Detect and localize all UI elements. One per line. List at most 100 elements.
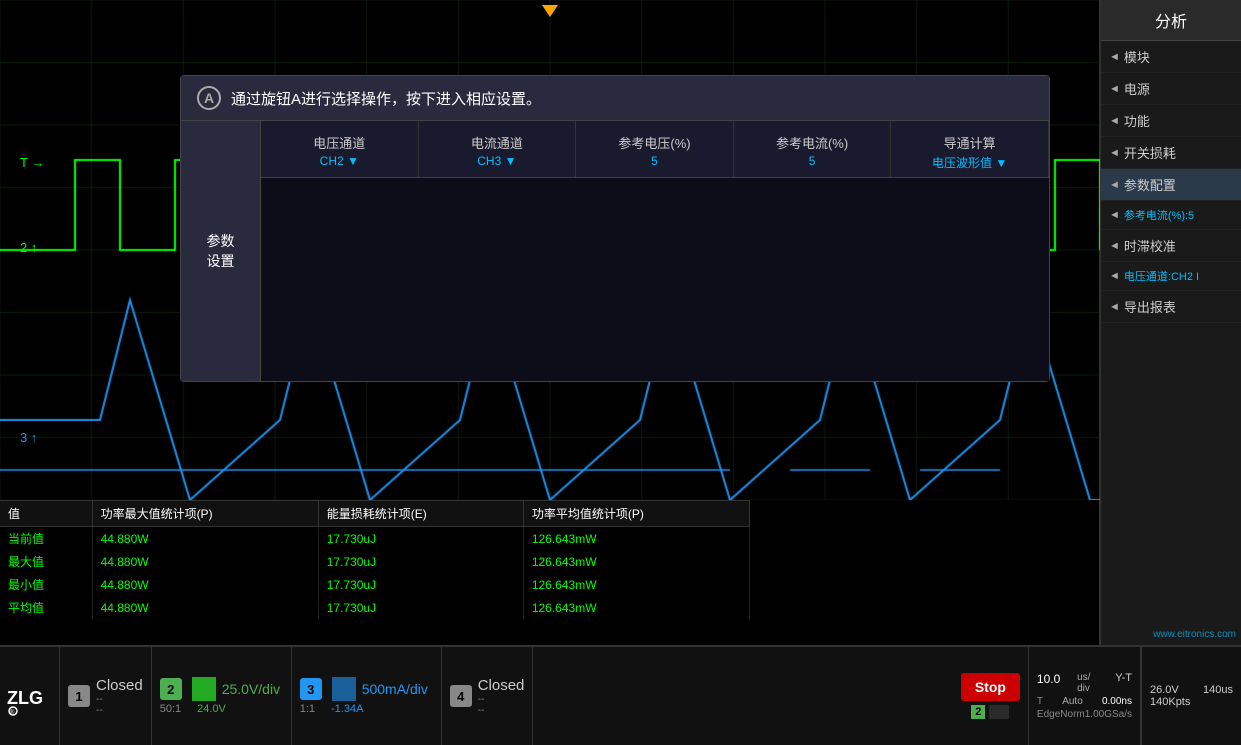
param-settings-label: 参数设置 [181,121,261,381]
ch3-scale: 500mA/div [362,681,428,697]
tab-current-value: CH3 ▼ [427,154,568,168]
main-display: T → 2 ↑ 3 ↑ A 通过旋钮A进行选择操作，按下进入相应设置。 参数设置… [0,0,1100,645]
ch3-offset: -1.34A [331,703,363,715]
cell-p-max: 44.880W [92,527,318,551]
ch3-scale-row: 500mA/div [332,677,428,701]
timebase-auto: Auto [1062,696,1083,707]
sidebar-label-0: 模块 [1124,47,1233,66]
ch4-info: Closed -- -- [478,677,525,716]
dialog-body: 参数设置 电压通道 CH2 ▼ 电流通道 CH3 ▼ [181,121,1049,381]
channel-3-block: 3 500mA/div 1:1 -1.34A [292,647,442,745]
dialog-icon: A [197,86,221,110]
cell-label: 最大值 [0,550,92,573]
ch1-sub2: -- [96,705,143,716]
cell-energy: 17.730uJ [318,596,523,619]
ch3-ratio: 1:1 [300,703,315,715]
tab-ref-voltage-label: 参考电压(%) [584,133,725,152]
ch2-indicator: 2 ↑ [20,240,37,255]
trigger-indicator [542,5,558,17]
param-content [261,178,1049,381]
trigger-width-val: 140us [1203,684,1233,696]
sidebar-item-1[interactable]: ◄ 电源 [1101,73,1241,105]
memory-val: 140Kpts [1150,696,1190,708]
cell-energy: 17.730uJ [318,550,523,573]
ch2-details: 50:1 24.0V [160,703,226,715]
ch3-header: 3 500mA/div [300,677,428,701]
ch1-number: 1 [68,685,90,707]
ch1-label: Closed [96,677,143,694]
col-header-p-avg: 功率平均值统计项(P) [523,501,749,527]
sidebar-label-8: 导出报表 [1124,297,1233,316]
tab-voltage-channel[interactable]: 电压通道 CH2 ▼ [261,121,419,177]
cell-p-max: 44.880W [92,550,318,573]
cell-energy: 17.730uJ [318,573,523,596]
table-row: 当前值 44.880W 17.730uJ 126.643mW [0,527,750,551]
sidebar-item-7[interactable]: ◄ 电压通道:CH2 I [1101,262,1241,291]
ch2-number: 2 [160,678,182,700]
sidebar-item-6[interactable]: ◄ 时滞校准 [1101,230,1241,262]
ch3-icon [332,677,356,701]
timebase-value: 10.0 [1037,672,1060,694]
sidebar-label-6: 时滞校准 [1124,236,1233,255]
ch1-info: Closed -- -- [96,677,143,716]
ch2-trigger-indicator: 2 [971,705,1009,719]
tab-voltage-label: 电压通道 [269,133,410,152]
ch4-label: Closed [478,677,525,694]
tab-ref-current-label: 参考电流(%) [742,133,883,152]
cell-p-avg: 126.643mW [523,596,749,619]
tab-current-channel[interactable]: 电流通道 CH3 ▼ [419,121,577,177]
ch1-sub1: -- [96,694,143,705]
memory-row: 140Kpts [1150,696,1233,708]
t-indicator: T → [20,155,44,170]
right-bottom-info: 26.0V 140us 140Kpts [1141,647,1241,745]
channel-4-block: 4 Closed -- -- [442,647,534,745]
ch2-icon [192,677,216,701]
timebase-unit: us/div [1077,672,1090,694]
ch2-header: 2 25.0V/div [160,677,280,701]
param-tabs: 电压通道 CH2 ▼ 电流通道 CH3 ▼ 参考 [261,121,1049,381]
dialog-header: A 通过旋钮A进行选择操作，按下进入相应设置。 [181,76,1049,121]
channel-1-block: 1 Closed -- -- [60,647,152,745]
timebase-t-label: T [1037,696,1043,707]
table-row: 平均值 44.880W 17.730uJ 126.643mW [0,596,750,619]
cell-label: 平均值 [0,596,92,619]
sidebar-arrow-2: ◄ [1109,115,1120,127]
sidebar-item-5[interactable]: ◄ 参考电流(%):5 [1101,201,1241,230]
ch3-scale-block: 500mA/div [332,677,428,701]
stop-button[interactable]: Stop [961,673,1020,701]
sidebar-arrow-5: ◄ [1109,209,1120,221]
yt-mode: Y-T [1115,672,1132,694]
norm-label: Norm [1060,709,1084,720]
table-row: 最大值 44.880W 17.730uJ 126.643mW [0,550,750,573]
tab-conduction-calc[interactable]: 导通计算 电压波形值 ▼ [891,121,1049,177]
svg-text:®: ® [10,709,15,716]
sidebar-label-5: 参考电流(%):5 [1124,207,1233,223]
trigger-icon [989,705,1009,719]
tab-ref-current[interactable]: 参考电流(%) 5 [734,121,892,177]
sidebar-header: 分析 [1101,0,1241,41]
cell-p-max: 44.880W [92,596,318,619]
stats-table: 值 功率最大值统计项(P) 能量损耗统计项(E) 功率平均值统计项(P) 当前值… [0,500,750,645]
dialog-overlay: A 通过旋钮A进行选择操作，按下进入相应设置。 参数设置 电压通道 CH2 ▼ … [180,75,1050,382]
sidebar-arrow-6: ◄ [1109,240,1120,252]
sample-rate: 1.00GSa/s [1085,709,1132,720]
sidebar-item-2[interactable]: ◄ 功能 [1101,105,1241,137]
tab-current-label: 电流通道 [427,133,568,152]
sidebar-arrow-1: ◄ [1109,83,1120,95]
sidebar-item-3[interactable]: ◄ 开关损耗 [1101,137,1241,169]
ch4-number: 4 [450,685,472,707]
tab-conduction-label: 导通计算 [899,133,1040,152]
right-sidebar: 分析 ◄ 模块 ◄ 电源 ◄ 功能 ◄ 开关损耗 ◄ 参数配置 ◄ 参考电流(%… [1100,0,1241,645]
cell-label: 最小值 [0,573,92,596]
trigger-level-row: 26.0V 140us [1150,684,1233,696]
sidebar-item-0[interactable]: ◄ 模块 [1101,41,1241,73]
sidebar-item-4[interactable]: ◄ 参数配置 [1101,169,1241,201]
cell-p-max: 44.880W [92,573,318,596]
sidebar-item-8[interactable]: ◄ 导出报表 [1101,291,1241,323]
cell-p-avg: 126.643mW [523,527,749,551]
tab-ref-voltage[interactable]: 参考电压(%) 5 [576,121,734,177]
svg-text:ZLG: ZLG [7,688,43,708]
ch3-details: 1:1 -1.34A [300,703,364,715]
col-header-label: 值 [0,501,92,527]
sidebar-arrow-3: ◄ [1109,147,1120,159]
